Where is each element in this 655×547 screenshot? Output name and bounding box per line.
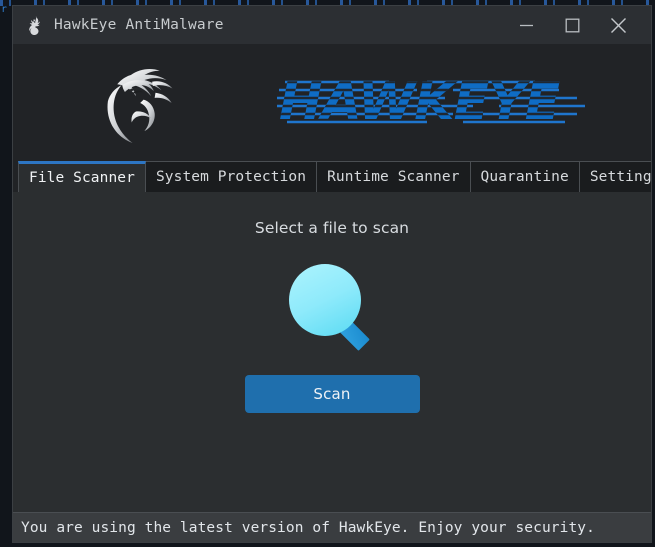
application-window: HawkEye AntiMalware HAWKEYE HAWKEYE File…: [12, 5, 652, 543]
minimize-button[interactable]: [503, 6, 549, 44]
tab-quarantine[interactable]: Quarantine: [469, 161, 580, 192]
tab-label: System Protection: [155, 169, 307, 185]
tab-label: File Scanner: [29, 170, 135, 186]
magnifying-glass-icon: [280, 255, 384, 351]
file-scanner-panel: Select a file to scan Scan: [13, 191, 651, 512]
status-bar: You are using the latest version of Hawk…: [13, 512, 651, 542]
hawk-logo-icon: [25, 15, 45, 35]
tab-runtime-scanner[interactable]: Runtime Scanner: [316, 161, 471, 192]
desktop-edge-text: r: [1, 4, 7, 15]
tab-settings[interactable]: Settings: [578, 161, 652, 192]
close-button[interactable]: [595, 6, 641, 44]
tab-label: Quarantine: [480, 169, 569, 185]
hawkeye-wordmark: HAWKEYE HAWKEYE: [277, 72, 585, 132]
scan-prompt-label: Select a file to scan: [254, 219, 410, 237]
tribal-hawk-head-icon: [96, 52, 198, 154]
maximize-button[interactable]: [549, 6, 595, 44]
scan-button-label: Scan: [313, 385, 351, 403]
tab-label: Settings: [589, 169, 652, 185]
status-message: You are using the latest version of Hawk…: [21, 519, 595, 536]
scan-button[interactable]: Scan: [244, 375, 420, 413]
tab-bar: File Scanner System Protection Runtime S…: [13, 161, 651, 192]
tab-file-scanner[interactable]: File Scanner: [18, 161, 146, 192]
title-bar: HawkEye AntiMalware: [13, 6, 651, 44]
tab-system-protection[interactable]: System Protection: [144, 161, 318, 192]
branding-header: HAWKEYE HAWKEYE: [13, 44, 651, 161]
tab-label: Runtime Scanner: [327, 169, 460, 185]
window-title: HawkEye AntiMalware: [54, 17, 224, 33]
